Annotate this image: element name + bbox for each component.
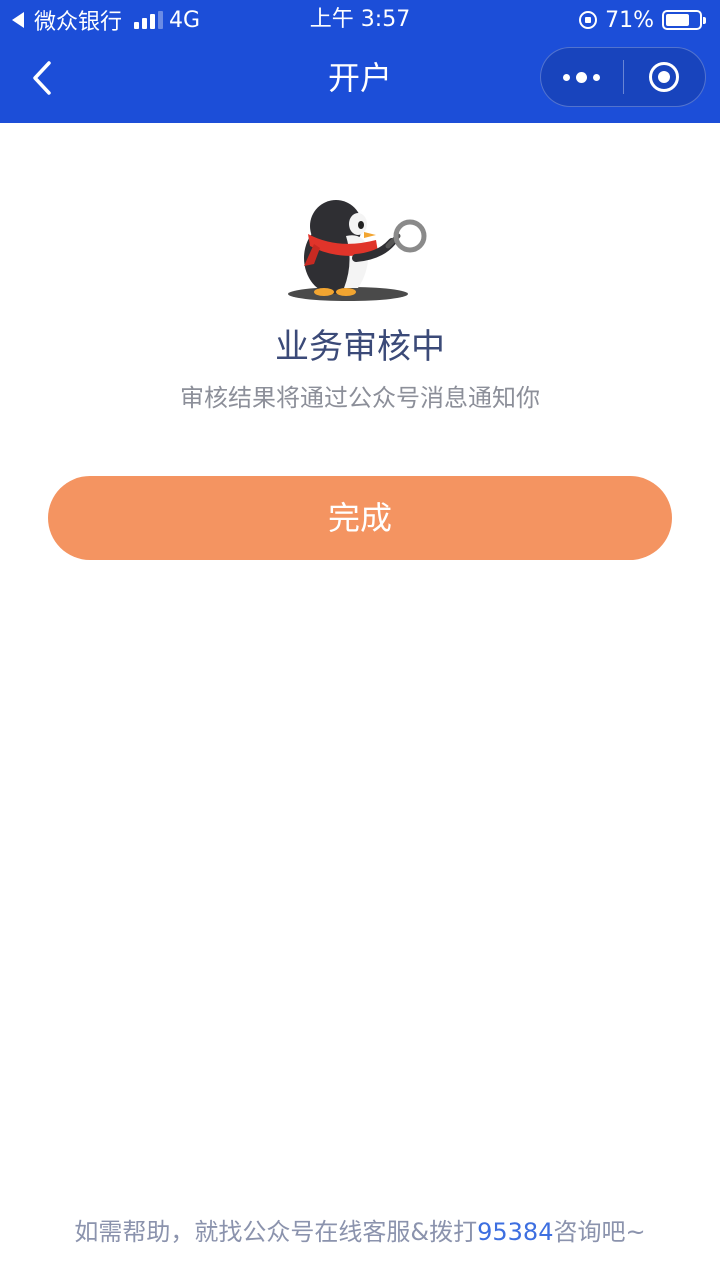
header: 微众银行 4G 上午 3:57 71% 开户 [0, 0, 720, 123]
status-right: 71% [579, 5, 706, 35]
result-title: 业务审核中 [275, 327, 445, 367]
back-button[interactable] [18, 54, 66, 102]
status-bar: 微众银行 4G 上午 3:57 71% [0, 0, 720, 40]
penguin-magnifier-illustration [288, 200, 427, 301]
battery-icon [662, 10, 706, 30]
screen: 微众银行 4G 上午 3:57 71% 开户 业务审核中 审核结果将通过公众号消… [0, 0, 720, 1280]
more-button[interactable] [541, 48, 623, 106]
help-text-prefix: 如需帮助，就找公众号在线客服&拨打 [74, 1218, 478, 1246]
more-dots-icon [563, 73, 571, 81]
battery-percent: 71% [605, 7, 654, 33]
help-text-suffix: 咨询吧~ [553, 1218, 646, 1246]
target-circle-icon [649, 62, 680, 92]
done-button[interactable]: 完成 [48, 476, 672, 560]
result-description: 审核结果将通过公众号消息通知你 [180, 384, 540, 412]
close-mini-program-button[interactable] [624, 48, 706, 106]
rotation-lock-icon [579, 11, 598, 29]
battery-fill [666, 14, 689, 26]
help-phone-link[interactable]: 95384 [477, 1218, 553, 1246]
help-footer: 如需帮助，就找公众号在线客服&拨打95384咨询吧~ [0, 1210, 720, 1254]
chevron-left-icon [33, 61, 51, 95]
nav-bar: 开户 [0, 40, 720, 123]
mini-program-capsule [540, 47, 706, 107]
